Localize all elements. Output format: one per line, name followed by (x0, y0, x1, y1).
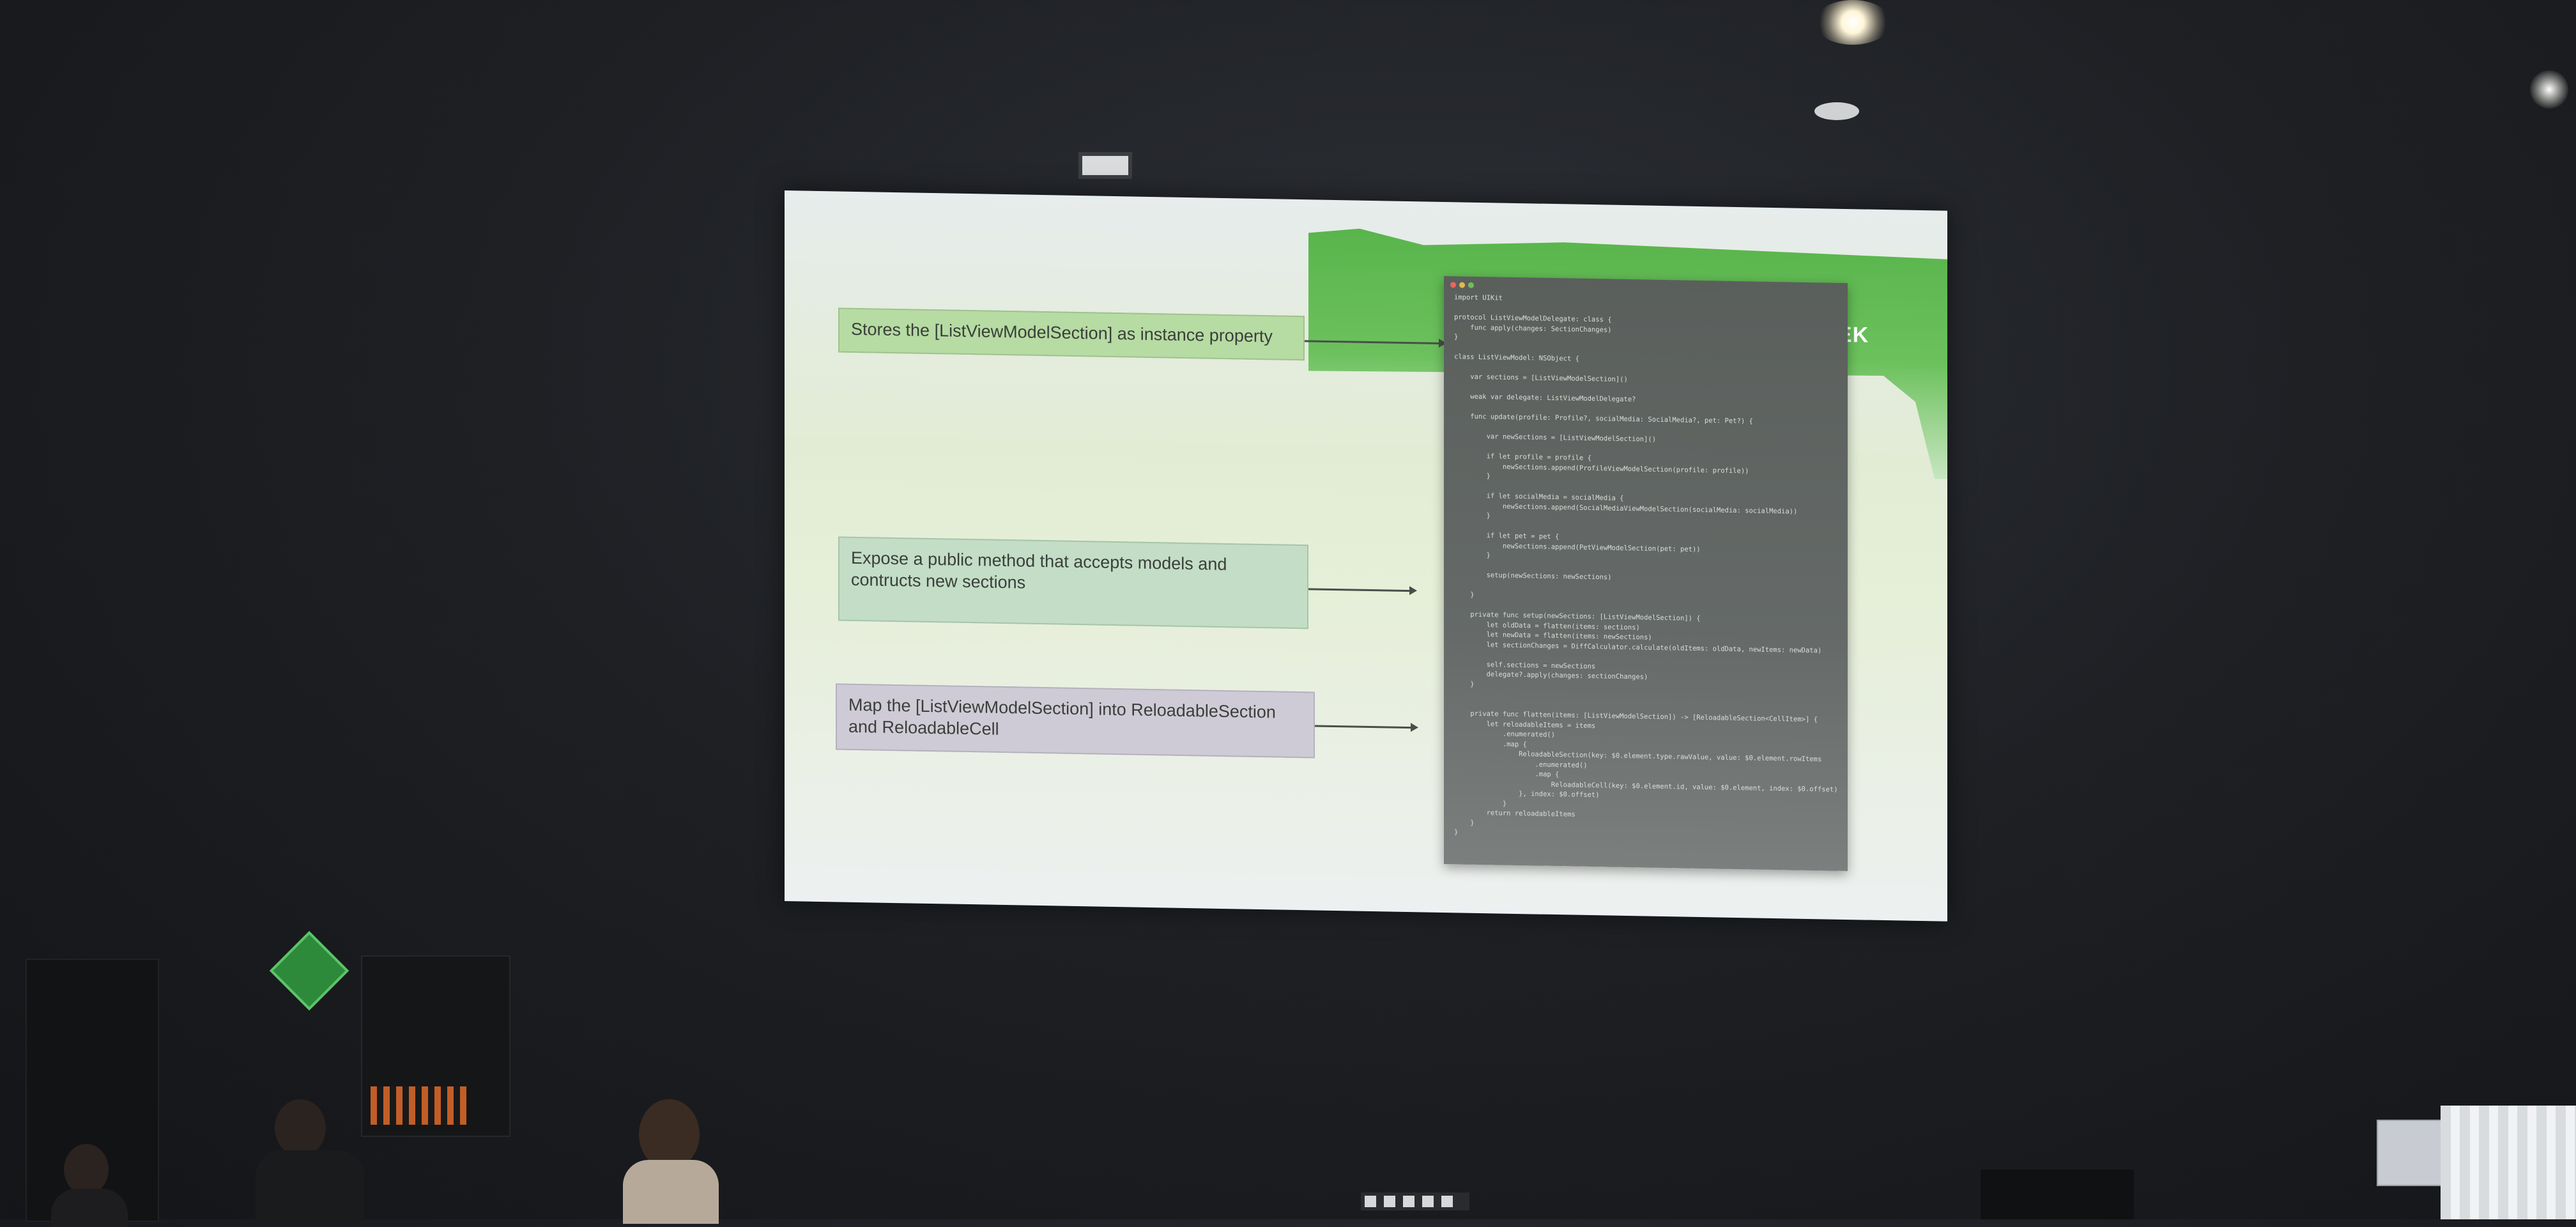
stacked-chairs (2441, 1106, 2576, 1219)
code-window: import UIKit protocol ListViewModelDeleg… (1444, 276, 1848, 872)
ceiling-speaker (1814, 102, 1859, 120)
window-controls (1450, 281, 1477, 291)
close-dot-icon (1450, 282, 1456, 288)
minimize-dot-icon (1459, 282, 1465, 288)
callout-arrow-2 (1308, 588, 1411, 592)
callout-stores-sections: Stores the [ListViewModelSection] as ins… (838, 307, 1305, 361)
storage-box (2377, 1120, 2443, 1186)
callout-public-method: Expose a public method that accepts mode… (838, 536, 1308, 629)
green-diamond-sign (269, 930, 349, 1011)
projection-screen: ⚭ JEK Stores the [ListViewModelSection] … (785, 190, 1947, 922)
stage-light (1814, 0, 1891, 45)
floor-power-panel (1361, 1192, 1469, 1210)
floor-speaker (1981, 1169, 2134, 1219)
stage-light-right (2530, 70, 2568, 109)
callout-map-reloadable: Map the [ListViewModelSection] into Relo… (836, 683, 1315, 759)
callout-arrow-3 (1315, 725, 1412, 729)
ceiling-vent (1078, 152, 1132, 179)
rack-indicator-lights (371, 1086, 466, 1125)
code-body: import UIKit protocol ListViewModelDeleg… (1454, 293, 1838, 844)
zoom-dot-icon (1468, 282, 1474, 288)
